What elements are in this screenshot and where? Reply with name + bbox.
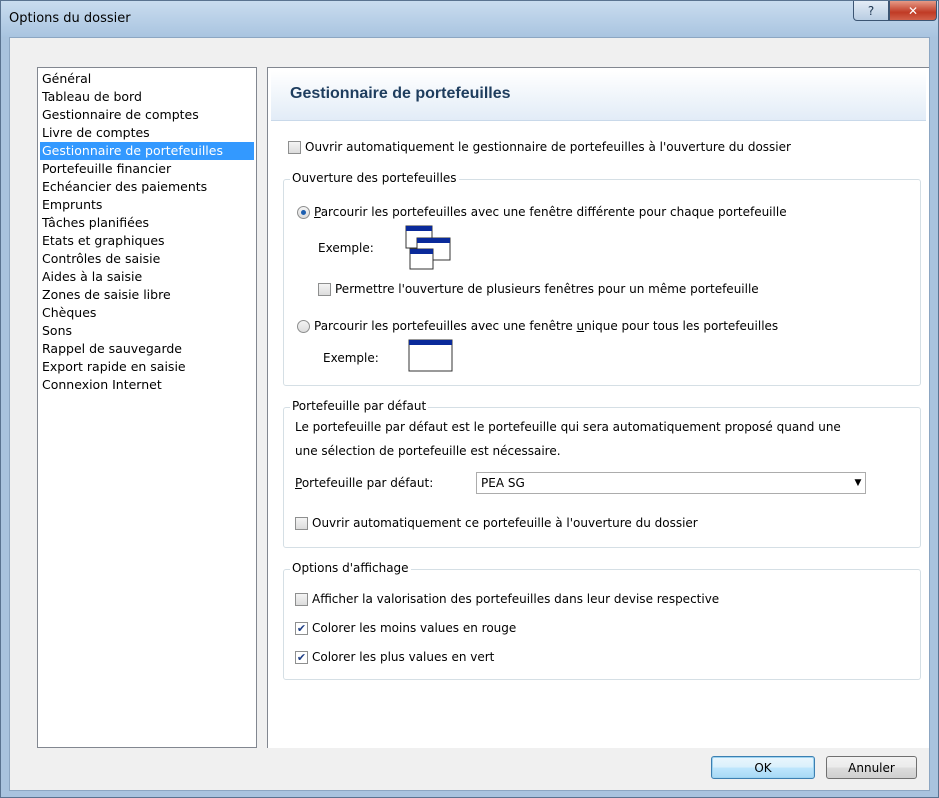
allow-multiple-checkbox[interactable] (318, 282, 331, 296)
radio-selected-dot (301, 209, 306, 215)
ok-button[interactable]: OK (711, 756, 815, 779)
help-button[interactable]: ? (853, 1, 889, 21)
category-item-portfolio-manager[interactable]: Gestionnaire de portefeuilles (40, 142, 254, 160)
default-portfolio-legend: Portefeuille par défaut (290, 399, 429, 413)
category-item-free-input-zones[interactable]: Zones de saisie libre (40, 286, 254, 304)
category-item-general[interactable]: Général (40, 70, 254, 88)
panel-title: Gestionnaire de portefeuilles (290, 85, 511, 102)
panel-header: Gestionnaire de portefeuilles (271, 71, 926, 121)
category-item-scheduled-tasks[interactable]: Tâches planifiées (40, 214, 254, 232)
title-bar[interactable]: Options du dossier ? ✕ (1, 1, 938, 37)
option-multi-window-row[interactable]: Parcourir les portefeuilles avec une fen… (297, 205, 787, 219)
green-gains-row[interactable]: ✔ Colorer les plus values en vert (295, 650, 494, 664)
options-category-list[interactable]: Général Tableau de bord Gestionnaire de … (37, 67, 257, 748)
option-multi-window-label: Parcourir les portefeuilles avec une fen… (314, 205, 787, 219)
dialog-body: Général Tableau de bord Gestionnaire de … (9, 37, 930, 791)
auto-open-manager-label: Ouvrir automatiquement le gestionnaire d… (305, 140, 791, 154)
opening-group-legend: Ouverture des portefeuilles (290, 171, 459, 185)
category-item-account-book[interactable]: Livre de comptes (40, 124, 254, 142)
show-currency-label: Afficher la valorisation des portefeuill… (312, 592, 720, 606)
checkmark-icon: ✔ (296, 650, 307, 664)
display-options-legend: Options d'affichage (290, 561, 411, 575)
cancel-button[interactable]: Annuler (826, 756, 917, 779)
category-item-backup-reminder[interactable]: Rappel de sauvegarde (40, 340, 254, 358)
auto-open-default-label: Ouvrir automatiquement ce portefeuille à… (312, 516, 698, 530)
settings-panel: Gestionnaire de portefeuilles Ouvrir aut… (267, 67, 929, 748)
default-portfolio-select[interactable]: PEA SG ▼ (476, 472, 866, 494)
category-item-sounds[interactable]: Sons (40, 322, 254, 340)
option-single-window-row[interactable]: Parcourir les portefeuilles avec une fen… (297, 319, 778, 333)
red-losses-label: Colorer les moins values en rouge (312, 621, 517, 635)
category-item-quick-export[interactable]: Export rapide en saisie (40, 358, 254, 376)
close-button[interactable]: ✕ (889, 1, 937, 21)
default-portfolio-select-label: Portefeuille par défaut: (295, 476, 434, 490)
red-losses-checkbox[interactable]: ✔ (295, 621, 308, 635)
single-window-example-icon (408, 339, 453, 372)
category-item-financial-portfolio[interactable]: Portefeuille financier (40, 160, 254, 178)
category-item-loans[interactable]: Emprunts (40, 196, 254, 214)
show-currency-checkbox[interactable] (295, 592, 308, 606)
close-icon: ✕ (907, 3, 919, 18)
example-label-multi: Exemple: (318, 241, 374, 255)
green-gains-checkbox[interactable]: ✔ (295, 650, 308, 664)
auto-open-manager-checkbox[interactable] (288, 140, 301, 154)
multi-window-example-icon (405, 225, 451, 270)
default-description-line1: Le portefeuille par défaut est le portef… (295, 420, 841, 434)
category-item-reports-charts[interactable]: Etats et graphiques (40, 232, 254, 250)
option-single-window-radio[interactable] (297, 319, 310, 333)
example-label-single: Exemple: (323, 351, 379, 365)
red-losses-row[interactable]: ✔ Colorer les moins values en rouge (295, 621, 516, 635)
option-multi-window-radio[interactable] (297, 205, 310, 219)
dropdown-arrow-icon: ▼ (854, 478, 862, 488)
default-portfolio-value: PEA SG (481, 476, 525, 490)
category-item-dashboard[interactable]: Tableau de bord (40, 88, 254, 106)
category-item-input-checks[interactable]: Contrôles de saisie (40, 250, 254, 268)
category-item-internet-connection[interactable]: Connexion Internet (40, 376, 254, 394)
allow-multiple-row[interactable]: Permettre l'ouverture de plusieurs fenêt… (318, 282, 759, 296)
show-currency-row[interactable]: Afficher la valorisation des portefeuill… (295, 592, 719, 606)
help-icon: ? (867, 3, 875, 18)
option-single-window-label: Parcourir les portefeuilles avec une fen… (314, 319, 779, 333)
options-dialog: Options du dossier ? ✕ Général Tableau d… (0, 0, 939, 798)
auto-open-manager-row[interactable]: Ouvrir automatiquement le gestionnaire d… (288, 140, 791, 154)
green-gains-label: Colorer les plus values en vert (312, 650, 495, 664)
category-item-payment-schedule[interactable]: Echéancier des paiements (40, 178, 254, 196)
auto-open-default-row[interactable]: Ouvrir automatiquement ce portefeuille à… (295, 516, 698, 530)
default-description-line2: une sélection de portefeuille est nécess… (295, 444, 561, 458)
allow-multiple-label: Permettre l'ouverture de plusieurs fenêt… (335, 282, 759, 296)
category-item-cheques[interactable]: Chèques (40, 304, 254, 322)
category-item-account-manager[interactable]: Gestionnaire de comptes (40, 106, 254, 124)
auto-open-default-checkbox[interactable] (295, 516, 308, 530)
window-title: Options du dossier (9, 11, 131, 26)
category-item-input-aids[interactable]: Aides à la saisie (40, 268, 254, 286)
checkmark-icon: ✔ (296, 621, 307, 635)
